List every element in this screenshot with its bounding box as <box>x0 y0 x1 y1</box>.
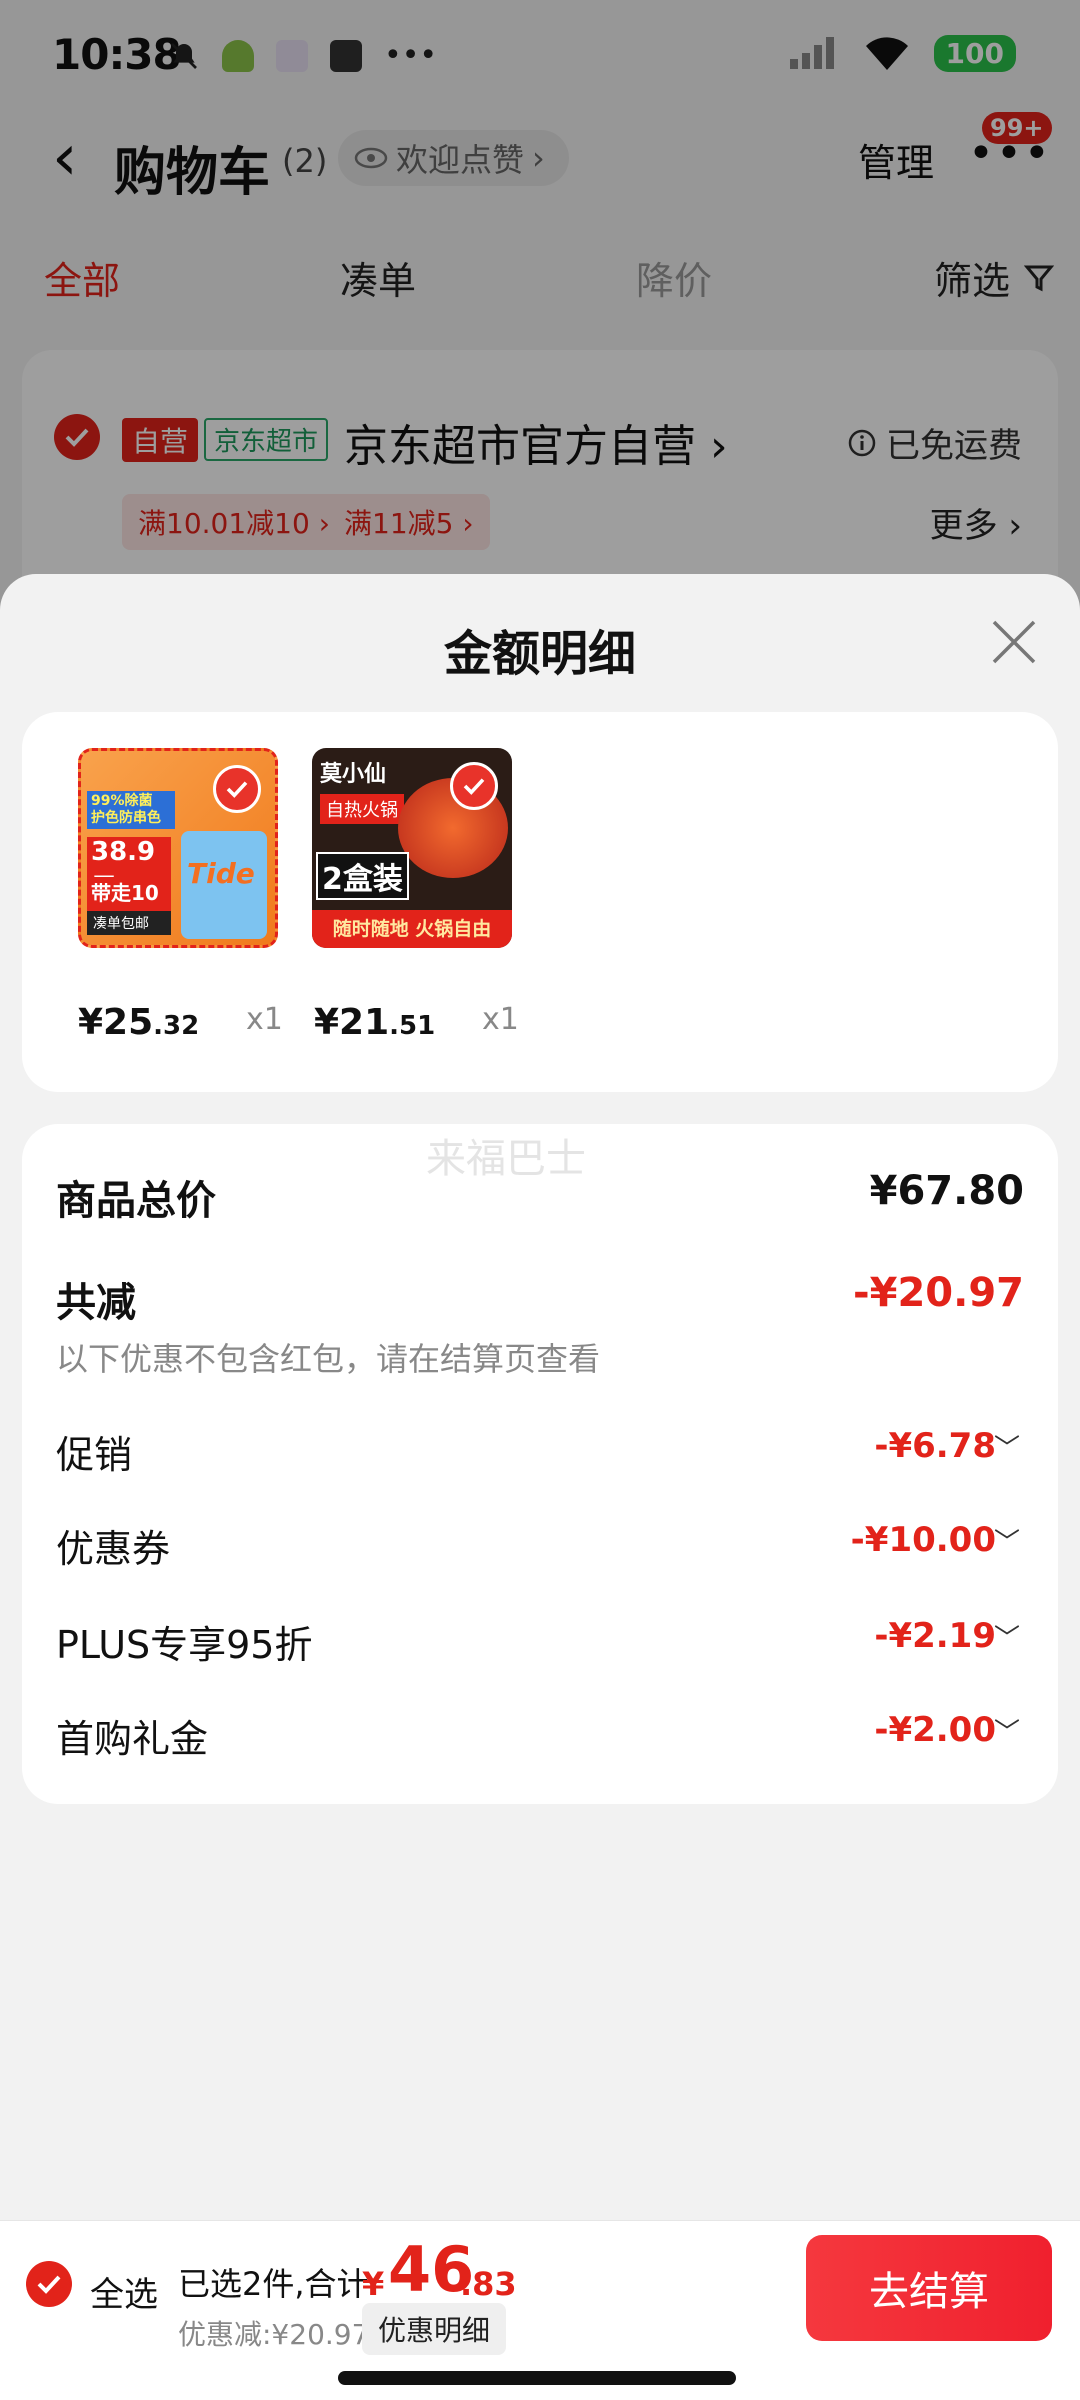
product-2-brand: 莫小仙 <box>320 762 387 787</box>
sheet-title: 金额明细 <box>443 626 636 682</box>
home-indicator[interactable] <box>338 2371 736 2385</box>
discount-summary: 优惠减:¥20.97 <box>178 2318 370 2351</box>
product-1-price-dec: .32 <box>153 1011 200 1041</box>
product-2-price-dec: .51 <box>389 1011 436 1041</box>
total-currency: ¥ <box>362 2265 385 2303</box>
product-2-qty: x1 <box>482 1002 519 1037</box>
product-2-price: ¥21.51 <box>314 1002 435 1043</box>
chevron-down-icon[interactable]: ﹀ <box>994 1522 1020 1559</box>
goods-total-value: ¥67.80 <box>869 1168 1024 1214</box>
check-icon <box>226 781 248 798</box>
detergent-bag-image: Tide <box>181 831 267 939</box>
amount-detail-sheet: 金额明细 99%除菌 护色防串色 38.9元 带走10斤 凑单包邮 Tide 莫… <box>0 574 1080 2400</box>
total-reduction-label: 共减 <box>56 1280 136 1326</box>
product-thumbnail-hotpot[interactable]: 莫小仙 自热火锅 2盒装 随时随地 火锅自由 <box>312 748 512 948</box>
first-purchase-label: 首购礼金 <box>56 1717 209 1761</box>
total-reduction-value: -¥20.97 <box>853 1270 1024 1316</box>
selected-summary: 已选2件,合计: <box>178 2265 380 2303</box>
total-decimal: .83 <box>460 2265 517 2303</box>
product-thumbnail-tide[interactable]: 99%除菌 护色防串色 38.9元 带走10斤 凑单包邮 Tide <box>78 748 278 948</box>
chevron-down-icon[interactable]: ﹀ <box>994 1428 1020 1465</box>
watermark: 来福巴士 <box>426 1136 586 1182</box>
product-2-checkbox[interactable] <box>450 762 498 810</box>
coupon-value[interactable]: -¥10.00 <box>851 1520 996 1560</box>
discount-note: 以下优惠不包含红包，请在结算页查看 <box>56 1340 601 1378</box>
product-2-line-1: 自热火锅 <box>320 794 404 824</box>
selected-products-card: 99%除菌 护色防串色 38.9元 带走10斤 凑单包邮 Tide 莫小仙 自热… <box>22 712 1058 1092</box>
tide-logo: Tide <box>187 857 255 890</box>
check-icon <box>463 778 485 795</box>
product-1-line-1: 99%除菌 <box>91 793 153 809</box>
promotion-label: 促销 <box>56 1433 133 1477</box>
checkout-button[interactable]: 去结算 <box>806 2235 1052 2341</box>
product-1-price-int: ¥25 <box>78 1002 154 1043</box>
checkout-bar: 全选 已选2件,合计: ¥ 46 .83 优惠减:¥20.97 优惠明细 去结算 <box>0 2220 1080 2400</box>
chevron-down-icon[interactable]: ﹀ <box>994 1618 1020 1655</box>
product-1-line-4: 凑单包邮 <box>87 911 171 935</box>
coupon-label: 优惠券 <box>56 1527 171 1571</box>
plus-discount-value[interactable]: -¥2.19 <box>874 1616 996 1656</box>
select-all-checkbox[interactable] <box>26 2261 72 2307</box>
promotion-value[interactable]: -¥6.78 <box>874 1426 996 1466</box>
product-2-line-3: 随时随地 火锅自由 <box>312 910 512 948</box>
select-all-label[interactable]: 全选 <box>90 2267 158 2316</box>
price-breakdown-card: 来福巴士 商品总价 ¥67.80 共减 -¥20.97 以下优惠不包含红包，请在… <box>22 1124 1058 1804</box>
plus-discount-label: PLUS专享95折 <box>56 1623 313 1667</box>
close-icon[interactable] <box>988 616 1040 668</box>
goods-total-label: 商品总价 <box>56 1178 216 1224</box>
product-1-checkbox[interactable] <box>213 765 261 813</box>
check-icon <box>37 2275 61 2294</box>
product-1-qty: x1 <box>246 1002 283 1037</box>
first-purchase-value[interactable]: -¥2.00 <box>874 1710 996 1750</box>
discount-detail-button[interactable]: 优惠明细 <box>362 2303 507 2355</box>
chevron-down-icon[interactable]: ﹀ <box>994 1712 1020 1749</box>
product-2-line-2: 2盒装 <box>316 852 409 900</box>
product-1-line-2: 护色防串色 <box>91 809 161 826</box>
product-1-price: ¥25.32 <box>78 1002 199 1043</box>
product-2-price-int: ¥21 <box>314 1002 390 1043</box>
